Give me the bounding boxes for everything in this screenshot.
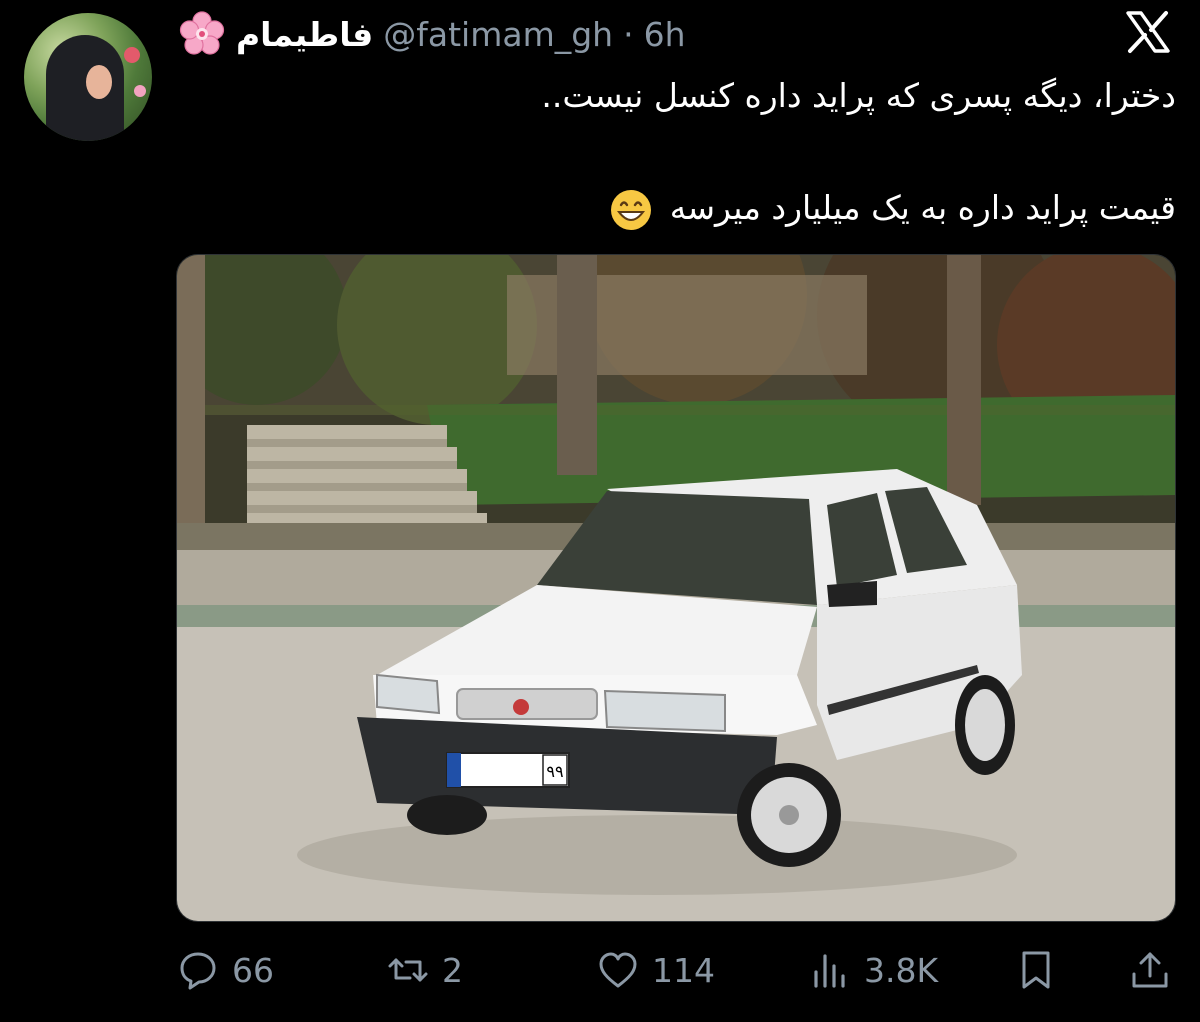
tweet-line-1: دخترا، دیگه پسری که پراید داره کنسل نیست… [541,76,1176,115]
reply-icon [180,952,216,990]
meta-separator: · [623,14,634,54]
author-handle[interactable]: @fatimam_gh [383,15,613,54]
reply-button[interactable]: 66 [176,940,274,1000]
tweet-line-2: قیمت پراید داره به یک میلیارد میرسه [196,180,1176,236]
heart-icon [599,952,637,988]
views-icon [814,954,845,988]
plate-number: ۹۹ [546,762,563,781]
car-photo: ۹۹ [177,255,1175,921]
avatar-flower [124,47,140,63]
views-button[interactable]: 3.8K [808,940,938,1000]
x-logo-icon [1126,11,1170,53]
tweet-header: فاطیمام @fatimam_gh · 6h [178,8,686,60]
tweet-image[interactable]: ۹۹ [176,254,1176,922]
author-display-name[interactable]: فاطیمام [236,15,373,54]
avatar-figure [46,35,124,141]
tweet-text: دخترا، دیگه پسری که پراید داره کنسل نیست… [196,68,1176,236]
avatar-face [86,65,112,99]
tweet-actions: 66 2 114 3.8K [176,940,1176,1000]
repost-button[interactable]: 2 [386,940,463,1000]
share-icon [1132,952,1168,988]
repost-count: 2 [442,950,463,990]
repost-icon [388,958,428,982]
like-count: 114 [652,950,715,990]
like-button[interactable]: 114 [596,940,715,1000]
reply-count: 66 [232,950,274,990]
cherry-blossom-icon [179,11,225,55]
author-avatar[interactable] [24,13,152,141]
share-button[interactable] [1128,940,1172,1000]
grinning-face-icon [611,189,652,230]
views-count: 3.8K [864,950,939,990]
tweet-line-2-text: قیمت پراید داره به یک میلیارد میرسه [669,188,1176,227]
avatar-flower [134,85,146,97]
tweet-time[interactable]: 6h [644,15,686,54]
bookmark-icon [1022,951,1050,989]
bookmark-button[interactable] [1014,940,1058,1000]
